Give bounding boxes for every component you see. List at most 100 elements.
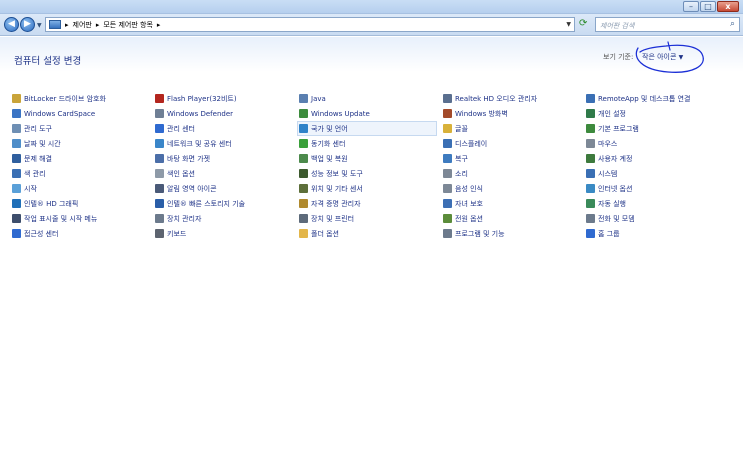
item-label: 프로그램 및 기능 <box>455 229 505 238</box>
intel-storage-icon <box>155 199 164 208</box>
control-panel-item[interactable]: 날짜 및 시간 <box>12 136 106 151</box>
control-panel-item[interactable]: 성능 정보 및 도구 <box>299 166 437 181</box>
control-panel-item[interactable]: Windows 방화벽 <box>443 106 537 121</box>
control-panel-item[interactable]: 백업 및 복원 <box>299 151 437 166</box>
breadcrumb-all-items[interactable]: 모든 제어판 항목 <box>103 20 153 30</box>
control-panel-item[interactable]: 장치 및 프린터 <box>299 211 437 226</box>
item-label: BitLocker 드라이브 암호화 <box>24 94 106 103</box>
page-title: 컴퓨터 설정 변경 <box>14 56 82 67</box>
item-label: 시스템 <box>598 169 618 178</box>
control-panel-item[interactable]: BitLocker 드라이브 암호화 <box>12 91 106 106</box>
control-panel-item[interactable]: 시작 <box>12 181 106 196</box>
control-panel-item[interactable]: 동기화 센터 <box>299 136 437 151</box>
clock-icon <box>12 139 21 148</box>
control-panel-item[interactable]: 디스플레이 <box>443 136 537 151</box>
minimize-button[interactable]: – <box>683 1 699 12</box>
control-panel-item[interactable]: 자녀 보호 <box>443 196 537 211</box>
breadcrumb-control-panel[interactable]: 제어판 <box>73 20 92 30</box>
control-panel-item[interactable]: Realtek HD 오디오 관리자 <box>443 91 537 106</box>
control-panel-item[interactable]: 홈 그룹 <box>586 226 690 241</box>
control-panel-item[interactable]: 전원 옵션 <box>443 211 537 226</box>
control-panel-item[interactable]: 폴더 옵션 <box>299 226 437 241</box>
item-label: 작업 표시줄 및 시작 메뉴 <box>24 214 98 223</box>
item-label: Windows Update <box>311 109 370 118</box>
programs-icon <box>443 229 452 238</box>
breadcrumb-separator[interactable]: ▸ <box>96 21 100 29</box>
control-panel-item[interactable]: 문제 해결 <box>12 151 106 166</box>
control-panel-item[interactable]: 알림 영역 아이콘 <box>155 181 245 196</box>
item-label: 자녀 보호 <box>455 199 483 208</box>
parental-controls-icon <box>443 199 452 208</box>
search-input[interactable]: 제어판 검색 ⌕ <box>595 17 740 32</box>
control-panel-item[interactable]: 자격 증명 관리자 <box>299 196 437 211</box>
control-panel-item[interactable]: 작업 표시줄 및 시작 메뉴 <box>12 211 106 226</box>
control-panel-item[interactable]: 네트워크 및 공유 센터 <box>155 136 245 151</box>
control-panel-item[interactable]: 프로그램 및 기능 <box>443 226 537 241</box>
item-label: 국가 및 언어 <box>311 124 348 133</box>
item-label: 관리 센터 <box>167 124 195 133</box>
phone-modem-icon <box>586 214 595 223</box>
bitlocker-icon <box>12 94 21 103</box>
breadcrumb-separator[interactable]: ▸ <box>157 21 161 29</box>
personalization-icon <box>586 109 595 118</box>
item-label: 장치 및 프린터 <box>311 214 355 223</box>
control-panel-item[interactable]: 인텔® HD 그래픽 <box>12 196 106 211</box>
item-label: 전원 옵션 <box>455 214 483 223</box>
control-panel-item[interactable]: 색 관리 <box>12 166 106 181</box>
control-panel-item[interactable]: 마우스 <box>586 136 690 151</box>
performance-icon <box>299 169 308 178</box>
control-panel-item[interactable]: 위치 및 기타 센서 <box>299 181 437 196</box>
gadgets-icon <box>155 154 164 163</box>
item-label: 문제 해결 <box>24 154 52 163</box>
audio-manager-icon <box>443 94 452 103</box>
sync-icon <box>299 139 308 148</box>
control-panel-item[interactable]: 음성 인식 <box>443 181 537 196</box>
address-bar[interactable]: ▸ 제어판 ▸ 모든 제어판 항목 ▸ ▼ <box>45 17 575 32</box>
control-panel-item[interactable]: 복구 <box>443 151 537 166</box>
recent-pages-dropdown-icon[interactable]: ▼ <box>37 22 42 29</box>
control-panel-item[interactable]: Windows Update <box>299 106 437 121</box>
defender-icon <box>155 109 164 118</box>
system-icon <box>586 169 595 178</box>
control-panel-item[interactable]: Java <box>299 91 437 106</box>
control-panel-item[interactable]: Flash Player(32비트) <box>155 91 245 106</box>
control-panel-item[interactable]: 인터넷 옵션 <box>586 181 690 196</box>
control-panel-item[interactable]: 소리 <box>443 166 537 181</box>
control-panel-item[interactable]: 시스템 <box>586 166 690 181</box>
back-button[interactable]: ◀ <box>4 17 19 32</box>
view-by-label: 보기 기준: <box>603 53 634 61</box>
refresh-icon[interactable]: ⟳ <box>579 18 587 29</box>
control-panel-item[interactable]: 자동 실행 <box>586 196 690 211</box>
close-button[interactable]: x <box>717 1 739 12</box>
control-panel-item[interactable]: 관리 도구 <box>12 121 106 136</box>
homegroup-icon <box>586 229 595 238</box>
control-panel-item[interactable]: 개인 설정 <box>586 106 690 121</box>
address-dropdown-icon[interactable]: ▼ <box>566 21 571 28</box>
control-panel-item[interactable]: 바탕 화면 가젯 <box>155 151 245 166</box>
control-panel-item[interactable]: Windows CardSpace <box>12 106 106 121</box>
power-icon <box>443 214 452 223</box>
control-panel-item[interactable]: 관리 센터 <box>155 121 245 136</box>
ease-of-access-icon <box>12 229 21 238</box>
item-label: Windows Defender <box>167 109 234 118</box>
control-panel-item[interactable]: 색인 옵션 <box>155 166 245 181</box>
control-panel-item[interactable]: Windows Defender <box>155 106 245 121</box>
item-label: 백업 및 복원 <box>311 154 348 163</box>
item-label: 소리 <box>455 169 468 178</box>
control-panel-item[interactable]: 사용자 계정 <box>586 151 690 166</box>
control-panel-item[interactable]: 장치 관리자 <box>155 211 245 226</box>
control-panel-item[interactable]: 인텔® 빠른 스토리지 기술 <box>155 196 245 211</box>
item-label: 기본 프로그램 <box>598 124 639 133</box>
items-column-4: Realtek HD 오디오 관리자 Windows 방화벽 글꼴 디스플레이 복구소리… <box>443 91 537 241</box>
control-panel-item[interactable]: 전화 및 모뎀 <box>586 211 690 226</box>
control-panel-item[interactable]: 글꼴 <box>443 121 537 136</box>
control-panel-item[interactable]: 기본 프로그램 <box>586 121 690 136</box>
maximize-button[interactable]: □ <box>700 1 716 12</box>
control-panel-item[interactable]: RemoteApp 및 데스크톱 연결 <box>586 91 690 106</box>
breadcrumb-separator[interactable]: ▸ <box>65 21 69 29</box>
search-icon[interactable]: ⌕ <box>730 19 735 29</box>
control-panel-item[interactable]: 키보드 <box>155 226 245 241</box>
control-panel-item[interactable]: 국가 및 언어 <box>297 121 437 136</box>
forward-button[interactable]: ▶ <box>20 17 35 32</box>
control-panel-item[interactable]: 접근성 센터 <box>12 226 106 241</box>
